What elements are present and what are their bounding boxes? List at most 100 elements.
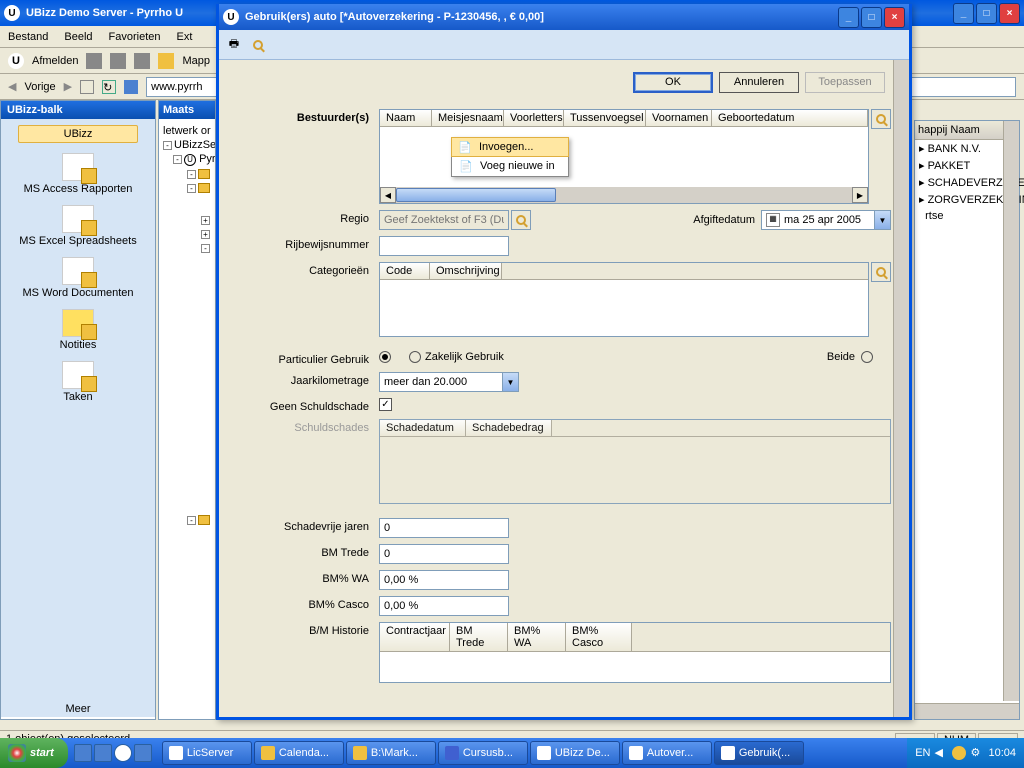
clock[interactable]: 10:04 [988, 747, 1016, 759]
dialog-maximize-button[interactable]: □ [861, 7, 882, 28]
excel-icon [62, 205, 94, 233]
regio-lookup-button[interactable] [511, 210, 531, 230]
maximize-button[interactable]: □ [976, 3, 997, 24]
task-item[interactable]: Autover... [622, 741, 712, 765]
system-tray[interactable]: EN ◀ ⚙ 10:04 [907, 738, 1024, 768]
dialog-minimize-button[interactable]: _ [838, 7, 859, 28]
sidebar-item-taken[interactable]: Taken [5, 361, 151, 403]
task-item[interactable]: Calenda... [254, 741, 344, 765]
grid-scrollbar[interactable]: ◀▶ [380, 187, 868, 203]
bmtrede-input[interactable] [379, 544, 509, 564]
col-meisjesnaam[interactable]: Meisjesnaam [432, 110, 504, 126]
regio-input[interactable] [379, 210, 509, 230]
tree-row[interactable]: letwerk or [163, 125, 211, 137]
scrollbar-horizontal[interactable] [915, 703, 1019, 719]
context-menu-invoegen[interactable]: 📄 Invoegen... [451, 137, 569, 157]
dropdown-icon[interactable]: ▼ [502, 373, 518, 391]
minimize-button[interactable]: _ [953, 3, 974, 24]
tree-row[interactable]: -U Pyrr [163, 153, 211, 166]
sidebar-selected[interactable]: UBizz [18, 125, 138, 143]
beide-radio[interactable] [861, 351, 877, 363]
sidebar-item-notities[interactable]: Notities [5, 309, 151, 351]
paste-icon[interactable] [134, 53, 150, 69]
task-item[interactable]: UBizz De... [530, 741, 620, 765]
mappen-button[interactable]: Mapp [182, 55, 210, 67]
ql-icon[interactable] [134, 744, 152, 762]
col-code[interactable]: Code [380, 263, 430, 279]
bmhistorie-grid[interactable]: Contractjaar BM Trede BM% WA BM% Casco [379, 622, 891, 683]
start-button[interactable]: start [0, 738, 68, 768]
menu-favorieten[interactable]: Favorieten [109, 31, 161, 43]
col-omschrijving[interactable]: Omschrijving [430, 263, 502, 279]
ql-ubizz-icon[interactable] [114, 744, 132, 762]
tree-row[interactable]: - [163, 514, 211, 526]
col-geboortedatum[interactable]: Geboortedatum [712, 110, 868, 126]
col-naam[interactable]: Naam [380, 110, 432, 126]
bestuurders-lookup-button[interactable] [871, 109, 891, 129]
print-icon[interactable]: 🖶 [225, 36, 243, 54]
rijbewijs-input[interactable] [379, 236, 509, 256]
afgiftedatum-picker[interactable]: ▦ ma 25 apr 2005 ▼ [761, 210, 891, 230]
bmcasco-input[interactable] [379, 596, 509, 616]
task-item[interactable]: B:\Mark... [346, 741, 436, 765]
regio-label: Regio [229, 210, 379, 225]
dialog-close-button[interactable]: × [884, 7, 905, 28]
sidebar-more[interactable]: Meer [1, 703, 155, 715]
col-voorletters[interactable]: Voorletters [504, 110, 564, 126]
menu-beeld[interactable]: Beeld [64, 31, 92, 43]
ql-desktop-icon[interactable] [94, 744, 112, 762]
tree-row[interactable]: + [163, 228, 211, 240]
folder-icon[interactable] [158, 53, 174, 69]
tray-icon[interactable] [952, 746, 966, 760]
back-icon[interactable]: ◀ [8, 80, 16, 93]
home-icon[interactable] [124, 80, 138, 94]
forward-icon[interactable]: ▶ [64, 80, 72, 93]
zakelijk-radio[interactable]: Zakelijk Gebruik [409, 351, 504, 363]
tree-row[interactable]: - [163, 242, 211, 254]
tree-row[interactable]: - [163, 168, 211, 180]
task-item[interactable]: Cursusb... [438, 741, 528, 765]
tray-icon[interactable]: ◀ [934, 746, 948, 760]
vorige-label[interactable]: Vorige [24, 81, 55, 93]
dialog-scrollbar[interactable] [893, 60, 909, 717]
stop-icon[interactable] [80, 80, 94, 94]
sidebar-item-word[interactable]: MS Word Documenten [5, 257, 151, 299]
afmelden-button[interactable]: Afmelden [32, 55, 78, 67]
ql-ie-icon[interactable] [74, 744, 92, 762]
sidebar-item-excel[interactable]: MS Excel Spreadsheets [5, 205, 151, 247]
tray-icon[interactable]: ⚙ [970, 746, 984, 760]
scrollbar-vertical[interactable] [1003, 121, 1019, 701]
bmwa-input[interactable] [379, 570, 509, 590]
col-contractjaar[interactable]: Contractjaar [380, 623, 450, 651]
cancel-button[interactable]: Annuleren [719, 72, 799, 93]
col-bmwa[interactable]: BM% WA [508, 623, 566, 651]
language-indicator[interactable]: EN [915, 747, 930, 759]
tree-row[interactable]: + [163, 214, 211, 226]
task-item-active[interactable]: Gebruik(... [714, 741, 804, 765]
refresh-icon[interactable]: ↻ [102, 80, 116, 94]
close-button[interactable]: × [999, 3, 1020, 24]
jaarkm-combo[interactable]: meer dan 20.000 ▼ [379, 372, 519, 392]
dialog-titlebar[interactable]: U Gebruik(ers) auto [*Autoverzekering - … [219, 4, 909, 30]
schadevrije-input[interactable] [379, 518, 509, 538]
categorieen-grid[interactable]: Code Omschrijving [379, 262, 869, 337]
categorieen-lookup-button[interactable] [871, 262, 891, 282]
geenschuld-checkbox[interactable]: ✓ [379, 398, 392, 411]
menu-bestand[interactable]: Bestand [8, 31, 48, 43]
particulier-radio[interactable] [379, 351, 395, 363]
col-bmtrede[interactable]: BM Trede [450, 623, 508, 651]
col-tussenvoegsel[interactable]: Tussenvoegsel [564, 110, 646, 126]
dropdown-icon[interactable]: ▼ [874, 211, 890, 229]
print-icon[interactable] [86, 53, 102, 69]
col-voornamen[interactable]: Voornamen [646, 110, 712, 126]
copy-icon[interactable] [110, 53, 126, 69]
tree-row[interactable]: - [163, 182, 211, 194]
task-item[interactable]: LicServer [162, 741, 252, 765]
menu-ext[interactable]: Ext [177, 31, 193, 43]
preview-icon[interactable] [249, 36, 267, 54]
ok-button[interactable]: OK [633, 72, 713, 93]
tree-row[interactable]: -UBizzSe [163, 139, 211, 151]
context-menu-voeg-nieuwe[interactable]: 📄 Voeg nieuwe in [452, 156, 568, 176]
sidebar-item-access[interactable]: MS Access Rapporten [5, 153, 151, 195]
col-bmcasco[interactable]: BM% Casco [566, 623, 632, 651]
